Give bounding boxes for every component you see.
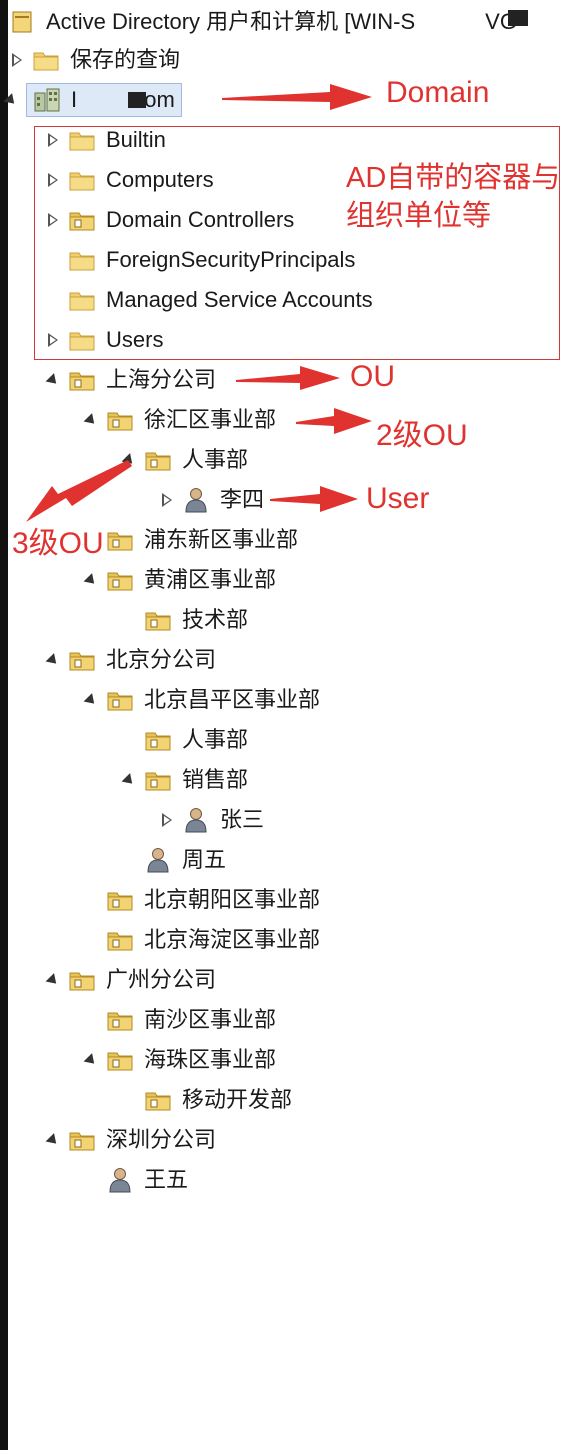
annotation-domain: Domain bbox=[386, 76, 490, 109]
ou2-arrow bbox=[296, 408, 372, 434]
annotation-containers-line1: AD自带的容器与 bbox=[346, 162, 561, 194]
annotation-ou3: 3级OU bbox=[12, 527, 104, 560]
ou-arrow bbox=[236, 366, 340, 390]
annotation-ou: OU bbox=[350, 360, 395, 393]
ou3-arrow bbox=[26, 460, 132, 522]
annotation-user: User bbox=[366, 482, 430, 515]
annotation-containers-line2: 组织单位等 bbox=[346, 200, 492, 232]
annotation-ou2: 2级OU bbox=[376, 419, 468, 452]
domain-arrow bbox=[222, 84, 372, 110]
user-arrow bbox=[270, 486, 358, 512]
annotation-arrows bbox=[26, 84, 372, 522]
